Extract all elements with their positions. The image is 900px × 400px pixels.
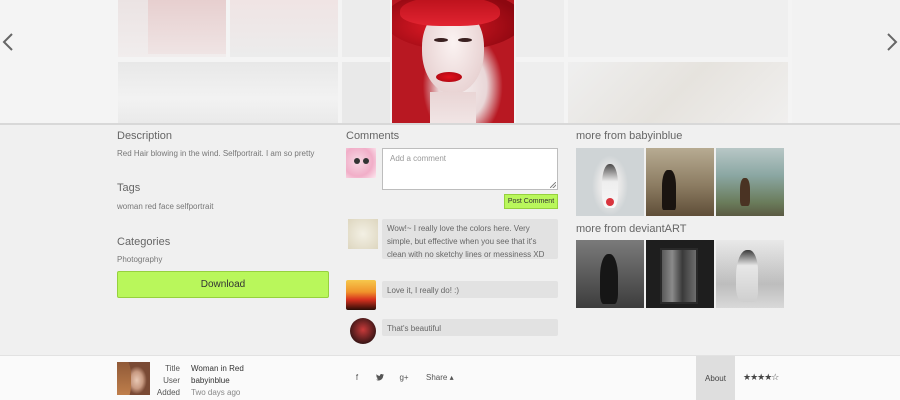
download-button[interactable]: Download <box>117 271 329 298</box>
twitter-icon[interactable] <box>374 373 386 384</box>
related-thumbnail[interactable] <box>646 148 714 216</box>
bottom-info-bar: Title Woman in Red User babyinblue Added… <box>0 355 900 400</box>
resize-handle-icon[interactable] <box>550 182 556 188</box>
gallery-thumbnail[interactable] <box>568 0 788 57</box>
gallery-thumbnail[interactable] <box>118 0 226 57</box>
related-thumbnail[interactable] <box>646 240 714 308</box>
featured-artwork[interactable] <box>392 0 514 123</box>
categories-heading: Categories <box>117 236 171 248</box>
rating-stars[interactable]: ★★★★☆ <box>743 373 779 383</box>
added-label: Added <box>156 388 180 397</box>
artwork-thumbnail[interactable] <box>117 362 150 395</box>
commenter-avatar[interactable] <box>346 280 376 310</box>
category-link[interactable]: Photography <box>117 254 162 266</box>
comment-input[interactable]: Add a comment <box>382 148 558 190</box>
gallery-thumbnail[interactable] <box>792 0 900 123</box>
title-label: Title <box>165 364 180 373</box>
gallery-thumbnail[interactable] <box>342 0 390 57</box>
gallery-strip <box>0 0 900 123</box>
comments-heading: Comments <box>346 130 400 142</box>
gallery-thumbnail[interactable] <box>568 62 788 123</box>
related-thumbnail[interactable] <box>576 240 644 308</box>
gallery-thumbnail[interactable] <box>342 62 390 123</box>
related-thumbnail[interactable] <box>716 240 784 308</box>
gallery-thumbnail[interactable] <box>516 0 564 57</box>
gallery-thumbnail[interactable] <box>118 62 338 123</box>
more-from-user-heading: more from babyinblue <box>576 130 683 142</box>
gallery-thumbnail[interactable] <box>516 62 564 123</box>
next-arrow-icon[interactable] <box>884 32 900 56</box>
commenter-avatar[interactable] <box>350 318 376 344</box>
commenter-avatar[interactable] <box>348 219 378 249</box>
gallery-thumbnail[interactable] <box>230 0 338 57</box>
more-from-site-heading: more from deviantART <box>576 223 687 235</box>
user-label: User <box>163 376 180 385</box>
google-plus-icon[interactable]: g+ <box>398 373 410 383</box>
description-heading: Description <box>117 130 173 142</box>
description-text: Red Hair blowing in the wind. Selfportra… <box>117 149 315 158</box>
previous-arrow-icon[interactable] <box>0 32 16 56</box>
tags-heading: Tags <box>117 182 141 194</box>
current-user-avatar <box>346 148 376 178</box>
user-link[interactable]: babyinblue <box>191 375 230 387</box>
tags-text[interactable]: woman red face selfportrait <box>117 201 214 213</box>
related-thumbnail[interactable] <box>576 148 644 216</box>
share-dropdown[interactable]: Share ▴ <box>426 373 454 383</box>
title-value: Woman in Red <box>191 364 244 373</box>
facebook-icon[interactable]: f <box>351 373 363 383</box>
comment-text: That's beautiful <box>382 319 558 336</box>
comment-text: Wow!~ I really love the colors here. Ver… <box>382 219 558 259</box>
comment-text: Love it, I really do! :) <box>382 281 558 298</box>
added-value: Two days ago <box>191 388 241 397</box>
about-tab[interactable]: About <box>696 356 735 400</box>
post-comment-button[interactable]: Post Comment <box>504 194 558 209</box>
strip-divider <box>0 123 900 125</box>
related-thumbnail[interactable] <box>716 148 784 216</box>
